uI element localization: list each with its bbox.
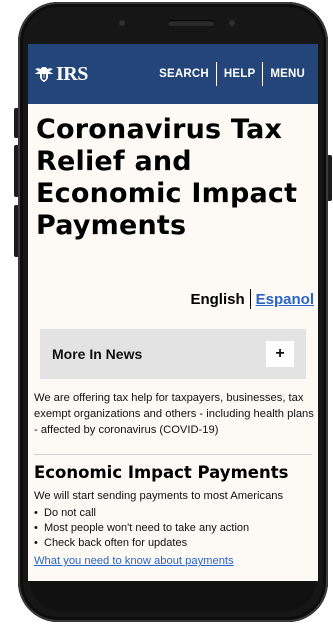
more-in-news-label: More In News bbox=[52, 346, 143, 362]
nav-menu[interactable]: MENU bbox=[263, 68, 312, 80]
irs-header: IRS SEARCH HELP MENU bbox=[28, 44, 318, 104]
nav-search[interactable]: SEARCH bbox=[152, 68, 216, 80]
list-item-text: Most people won't need to take any actio… bbox=[44, 522, 250, 534]
list-item: • Most people won't need to take any acti… bbox=[34, 521, 316, 536]
eip-intro-text: We will start sending payments to most A… bbox=[34, 490, 284, 502]
eip-heading: Economic Impact Payments bbox=[34, 463, 289, 482]
sensor-icon bbox=[229, 20, 235, 26]
phone-screen: IRS SEARCH HELP MENU Coronavirus Tax Rel… bbox=[28, 44, 318, 581]
page-title: Coronavirus Tax Relief and Economic Impa… bbox=[36, 114, 298, 241]
phone-bottom-bezel bbox=[30, 581, 316, 611]
list-item-text: Check back often for updates bbox=[44, 537, 188, 549]
header-nav: SEARCH HELP MENU bbox=[152, 62, 312, 86]
payments-info-link[interactable]: What you need to know about payments bbox=[34, 555, 234, 567]
irs-logo-text: IRS bbox=[56, 62, 88, 85]
eip-bullet-list: • Do not call • Most people won't need to … bbox=[34, 506, 316, 551]
bullet-icon: • bbox=[34, 507, 38, 519]
phone-frame: IRS SEARCH HELP MENU Coronavirus Tax Rel… bbox=[18, 2, 328, 622]
bullet-icon: • bbox=[34, 522, 38, 534]
bullet-icon: • bbox=[34, 537, 38, 549]
section-divider bbox=[34, 454, 312, 455]
language-divider bbox=[249, 289, 251, 309]
eip-section: Economic Impact Payments We will start s… bbox=[34, 462, 316, 569]
irs-logo-link[interactable]: IRS bbox=[34, 63, 88, 86]
more-in-news-accordion[interactable]: More In News + bbox=[40, 329, 306, 379]
list-item: • Do not call bbox=[34, 506, 316, 521]
eagle-icon bbox=[35, 67, 53, 82]
expand-plus-icon[interactable]: + bbox=[266, 341, 294, 367]
list-item: • Check back often for updates bbox=[34, 536, 316, 551]
list-item-text: Do not call bbox=[44, 507, 96, 519]
language-current: English bbox=[190, 290, 245, 308]
language-espanol-link[interactable]: Espanol bbox=[256, 291, 314, 308]
intro-paragraph: We are offering tax help for taxpayers, … bbox=[34, 392, 314, 436]
earpiece-speaker bbox=[168, 20, 214, 26]
device-mockup: IRS SEARCH HELP MENU Coronavirus Tax Rel… bbox=[0, 0, 333, 625]
language-switcher: English Espanol bbox=[190, 289, 314, 309]
front-camera-icon bbox=[119, 20, 125, 26]
nav-help[interactable]: HELP bbox=[217, 68, 262, 80]
